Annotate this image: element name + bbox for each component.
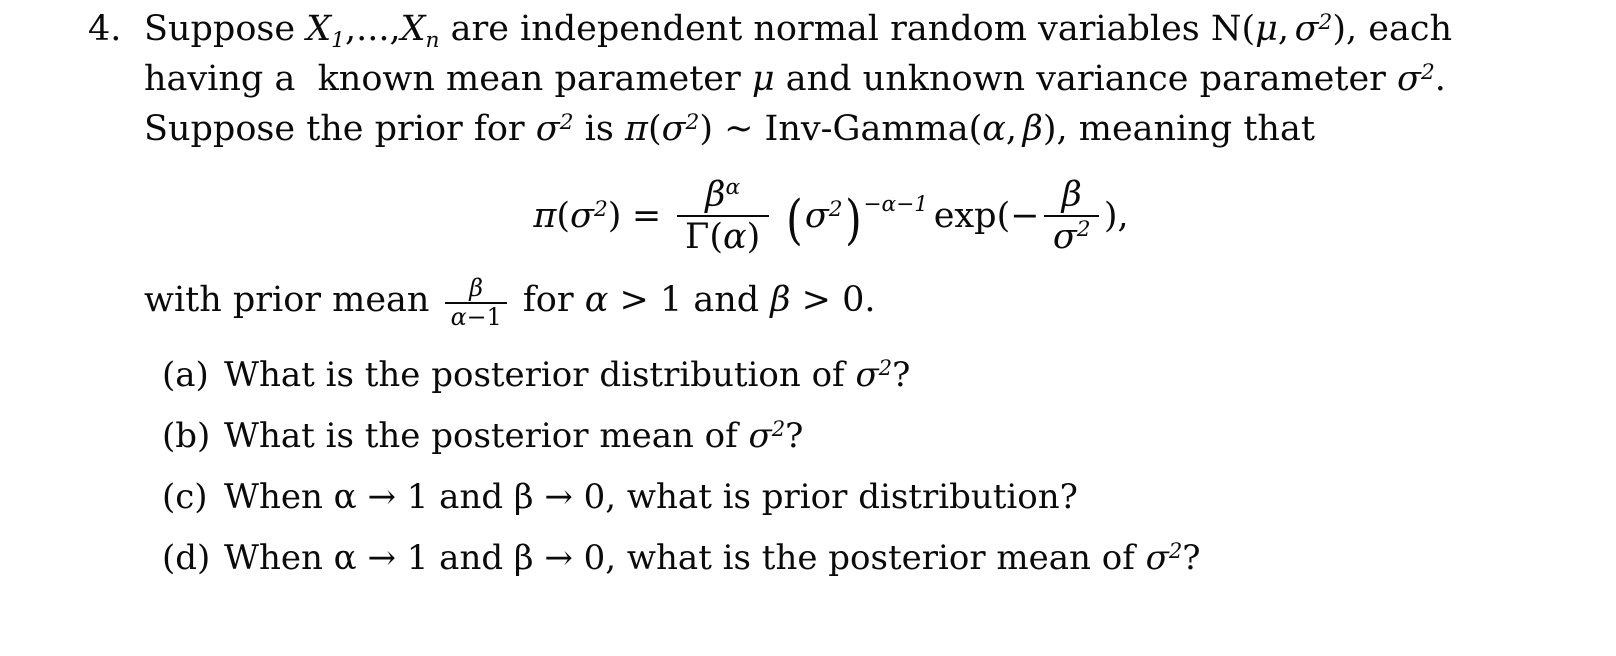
line3-text-a: Suppose the prior for bbox=[144, 109, 536, 149]
eq-sigma-squared-base: σ2 bbox=[804, 196, 843, 236]
equation-content: π(σ2) = βα Γ(α)(σ2) −α−1 exp(− β σ2), bbox=[533, 174, 1129, 257]
closing-prefix: with prior mean bbox=[144, 280, 441, 320]
symbol-mu-2: μ bbox=[751, 59, 775, 99]
symbol-sigma-sq-2: σ2 bbox=[1397, 59, 1435, 99]
subpart-d-text-before: When α → 1 and β → 0, what is the poster… bbox=[224, 537, 1146, 578]
line2-text-c: . bbox=[1434, 59, 1446, 99]
symbol-N: N bbox=[1210, 9, 1242, 49]
subpart-text: What is the posterior distribution of σ2… bbox=[224, 355, 1588, 395]
closing-middle: for bbox=[511, 280, 585, 320]
eq-sigma-squared-lhs: σ2 bbox=[570, 196, 608, 236]
symbol-sigma-sq-4: σ2 bbox=[661, 109, 700, 149]
symbol-pi: π bbox=[624, 109, 648, 149]
fraction-denominator: Γ(α) bbox=[685, 216, 761, 257]
subpart-d-sigma-squared: σ2 bbox=[1145, 537, 1183, 578]
eq-exp-paren-open: ( bbox=[996, 196, 1011, 236]
eq-exp-operator: exp bbox=[933, 196, 997, 236]
subpart-a-text-before: What is the posterior distribution of bbox=[224, 354, 856, 395]
subpart-a-text-after: ? bbox=[892, 354, 911, 395]
eq-negative-sign: − bbox=[1010, 196, 1040, 236]
eq-equals: = bbox=[631, 196, 662, 236]
subpart-b-text-before: What is the posterior mean of bbox=[224, 415, 749, 456]
line3-text-b: is bbox=[573, 109, 625, 149]
paren-close-2: ) bbox=[699, 109, 713, 149]
subpart-b-sigma-squared: σ2 bbox=[748, 415, 786, 456]
symbol-mu: μ bbox=[1255, 9, 1278, 49]
problem-line-1: Suppose X1,...,Xn are independent normal… bbox=[144, 4, 1588, 54]
subpart-b-text-after: ? bbox=[785, 415, 804, 456]
display-equation: π(σ2) = βα Γ(α)(σ2) −α−1 exp(− β σ2), bbox=[144, 168, 1588, 264]
closing-beta: β bbox=[770, 280, 791, 320]
eq-paren-open: ( bbox=[556, 196, 571, 236]
fraction-numerator: β bbox=[1061, 174, 1082, 215]
eq-trailing-comma: , bbox=[1117, 196, 1129, 236]
subpart-marker: (b) bbox=[162, 415, 211, 456]
line3-text-c: ~ Inv-Gamma( bbox=[712, 109, 983, 149]
subpart-b: (b) What is the posterior mean of σ2? bbox=[162, 416, 1588, 477]
line1-text-a: Suppose bbox=[144, 9, 307, 49]
subpart-c-text-before: When α → 1 and β → 0, what is prior dist… bbox=[224, 476, 1078, 517]
comma-2: , bbox=[1005, 109, 1018, 149]
comma-1: , bbox=[1277, 9, 1290, 49]
paren-close-1: ) bbox=[1332, 9, 1347, 49]
subpart-a: (a) What is the posterior distribution o… bbox=[162, 355, 1588, 416]
subpart-text: When α → 1 and β → 0, what is prior dist… bbox=[224, 477, 1588, 517]
fraction-numerator: β bbox=[469, 273, 484, 302]
symbol-sigma-sq-1: σ2 bbox=[1294, 9, 1333, 49]
subpart-a-sigma-squared: σ2 bbox=[855, 354, 893, 395]
subpart-d: (d) When α → 1 and β → 0, what is the po… bbox=[162, 538, 1588, 599]
subpart-text: What is the posterior mean of σ2? bbox=[224, 416, 1588, 456]
problem-number: 4. bbox=[88, 9, 122, 49]
problem-body: Suppose X1,...,Xn are independent normal… bbox=[144, 4, 1588, 599]
closing-beta-condition: > 0. bbox=[790, 280, 876, 320]
subpart-d-text-after: ? bbox=[1182, 537, 1201, 578]
line1-text-b: are independent normal random variables bbox=[439, 9, 1211, 49]
problem-closing-line: with prior mean β α−1 for α > 1 and β > 0… bbox=[144, 274, 1588, 329]
subpart-text: When α → 1 and β → 0, what is the poster… bbox=[224, 538, 1588, 578]
eq-pi: π bbox=[533, 196, 557, 236]
symbol-ellipsis: ,..., bbox=[344, 9, 401, 49]
subpart-marker: (c) bbox=[162, 476, 208, 517]
fraction-denominator: α−1 bbox=[450, 303, 502, 332]
eq-fraction-beta-over-gamma: βα Γ(α) bbox=[676, 174, 769, 257]
eq-exp-paren-close: ) bbox=[1103, 196, 1118, 236]
subpart-marker: (a) bbox=[162, 354, 209, 395]
eq-fraction-beta-over-sigma-squared: β σ2 bbox=[1044, 174, 1099, 257]
symbol-sigma-sq-3: σ2 bbox=[535, 109, 574, 149]
symbol-alpha-1: α bbox=[982, 109, 1006, 149]
line3-text-d: ), meaning that bbox=[1042, 109, 1315, 149]
symbol-beta-1: β bbox=[1022, 109, 1043, 149]
symbol-Xn: Xn bbox=[400, 9, 440, 53]
line2-text-b: and unknown variance parameter bbox=[774, 59, 1398, 99]
problem-line-3: Suppose the prior for σ2 is π(σ2) ~ Inv-… bbox=[144, 104, 1588, 154]
subpart-marker: (d) bbox=[162, 537, 211, 578]
closing-alpha: α bbox=[584, 280, 609, 320]
line1-text-c: , each bbox=[1346, 9, 1452, 49]
document-page: 4. Suppose X1,...,Xn are independent nor… bbox=[0, 0, 1616, 656]
symbol-X1: X1 bbox=[306, 9, 345, 53]
paren-open-2: ( bbox=[647, 109, 662, 149]
paren-open-1: ( bbox=[1241, 9, 1256, 49]
problem-line-2: having a known mean parameter μ and unkn… bbox=[144, 54, 1588, 104]
closing-fraction-beta-over-alpha-minus-one: β α−1 bbox=[444, 273, 508, 332]
fraction-numerator: βα bbox=[705, 174, 741, 215]
eq-paren-close: ) bbox=[607, 196, 622, 236]
line2-text-a: having a known mean parameter bbox=[144, 59, 752, 99]
subpart-c: (c) When α → 1 and β → 0, what is prior … bbox=[162, 477, 1588, 538]
problem-block: 4. Suppose X1,...,Xn are independent nor… bbox=[88, 4, 1588, 599]
closing-alpha-condition: > 1 and bbox=[608, 280, 771, 320]
fraction-denominator: σ2 bbox=[1052, 216, 1091, 257]
subparts-list: (a) What is the posterior distribution o… bbox=[162, 355, 1588, 599]
